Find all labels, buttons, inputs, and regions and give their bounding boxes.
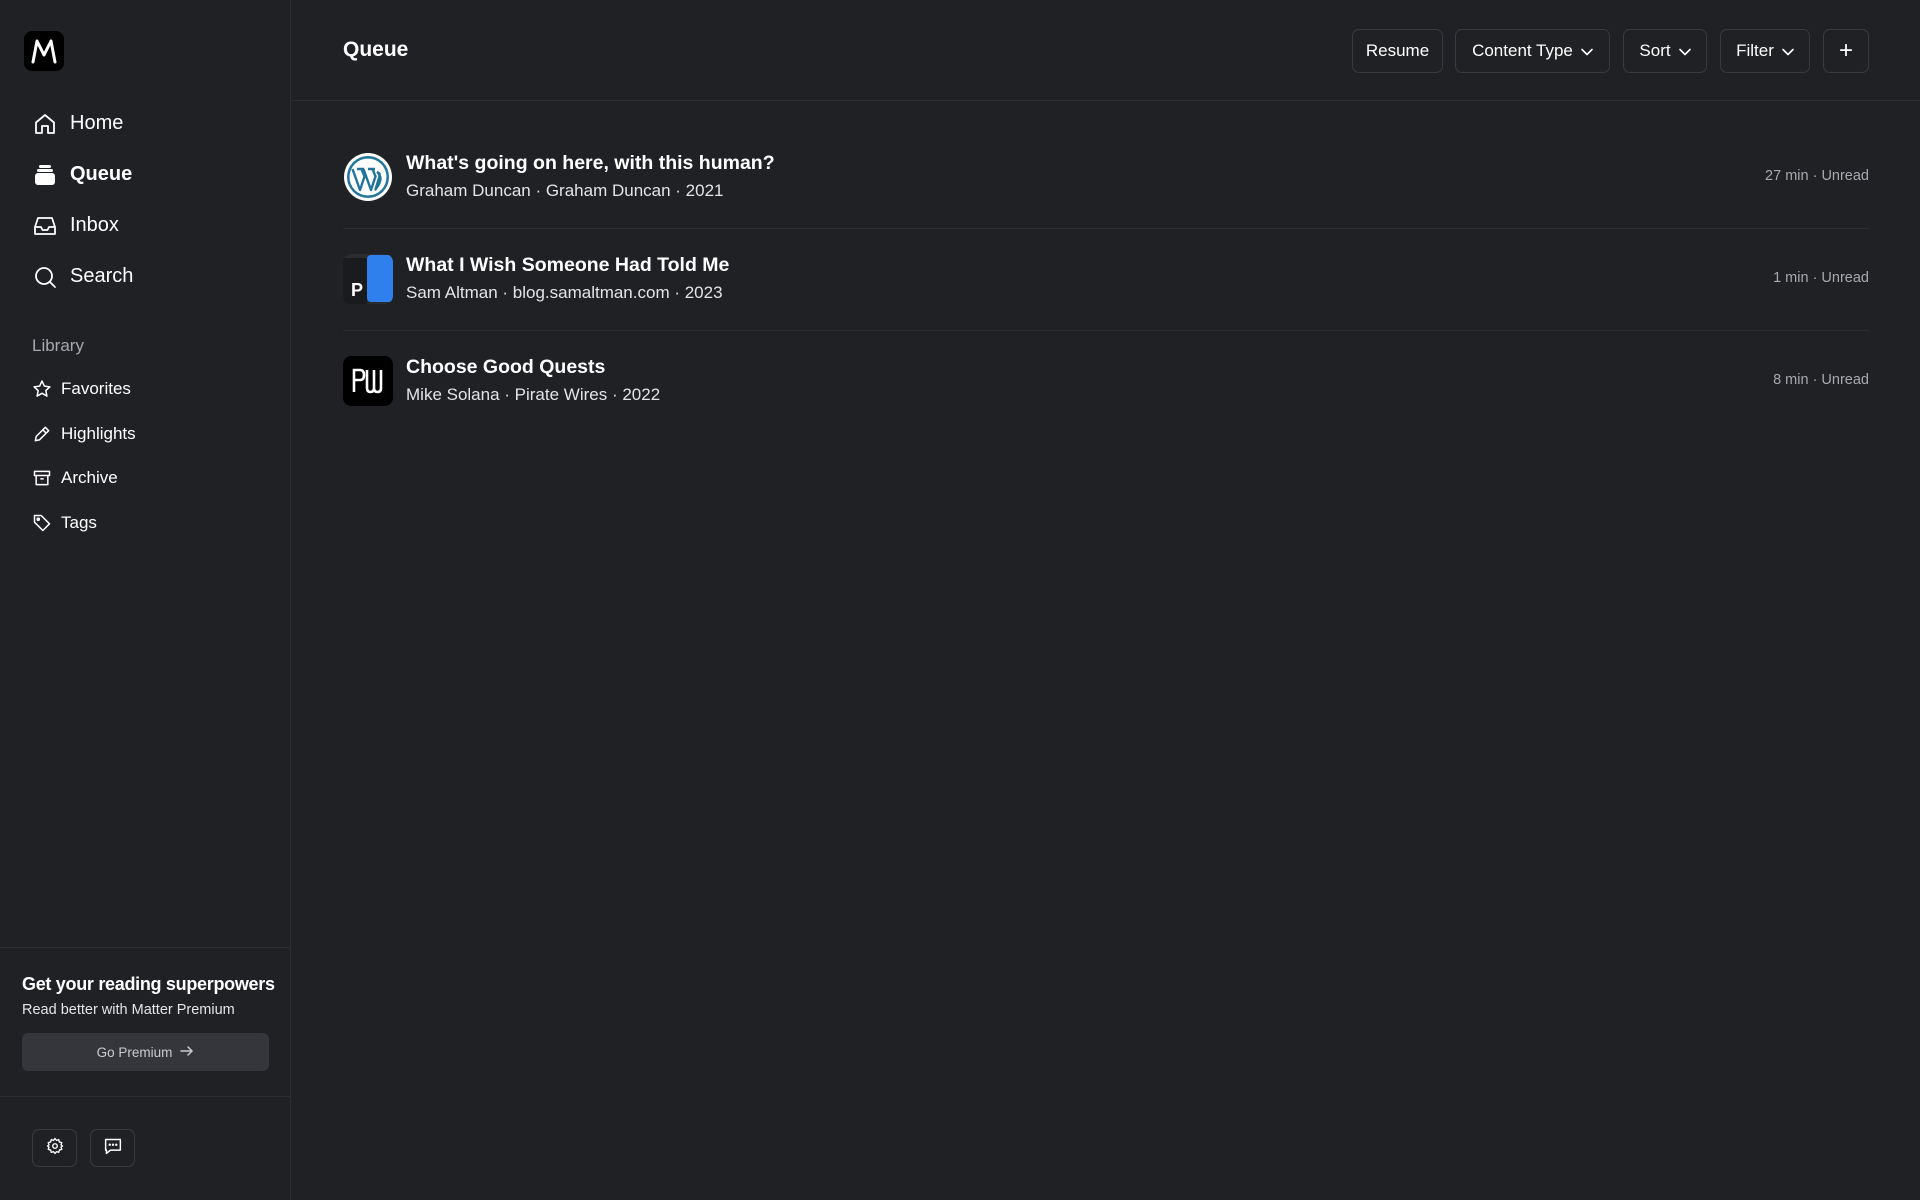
sidebar-label-highlights: Highlights: [61, 423, 136, 443]
posthaven-icon: P: [343, 254, 393, 304]
archive-icon: [32, 468, 52, 488]
tag-icon: [32, 513, 52, 533]
star-icon: [32, 379, 52, 399]
pirate-wires-icon: [343, 356, 393, 406]
filter-label: Filter: [1736, 41, 1774, 60]
promo-divider: [0, 947, 291, 948]
content-type-label: Content Type: [1472, 41, 1573, 60]
add-button[interactable]: +: [1823, 29, 1869, 73]
item-title: What I Wish Someone Had Told Me: [406, 254, 730, 276]
pencil-icon: [32, 424, 52, 444]
nav-label-search: Search: [70, 265, 134, 287]
settings-button[interactable]: [32, 1129, 77, 1167]
nav-label-queue: Queue: [70, 163, 133, 185]
chevron-down-icon: [1678, 41, 1691, 61]
promo-subtitle: Read better with Matter Premium: [22, 1002, 235, 1018]
sidebar-item-archive[interactable]: Archive: [0, 456, 291, 501]
arrow-right-icon: [180, 1045, 194, 1060]
item-title: Choose Good Quests: [406, 356, 606, 378]
sidebar-item-tags[interactable]: Tags: [0, 501, 291, 546]
page-title: Queue: [343, 38, 409, 61]
item-title: What's going on here, with this human?: [406, 152, 775, 174]
nav-item-inbox[interactable]: Inbox: [0, 200, 291, 251]
list-item[interactable]: P What I Wish Someone Had Told Me Sam Al…: [343, 229, 1869, 331]
item-status: 8 min · Unread: [1773, 372, 1869, 388]
item-status: 27 min · Unread: [1765, 168, 1869, 184]
home-icon: [32, 111, 58, 137]
library-section-label: Library: [32, 336, 84, 355]
sort-dropdown[interactable]: Sort: [1623, 29, 1707, 73]
resume-button[interactable]: Resume: [1352, 29, 1443, 73]
item-status: 1 min · Unread: [1773, 270, 1869, 286]
library-list: Favorites Highlights Archive Tags: [0, 367, 291, 545]
nav-item-search[interactable]: Search: [0, 251, 291, 302]
content-type-dropdown[interactable]: Content Type: [1455, 29, 1610, 73]
sidebar-label-archive: Archive: [61, 468, 118, 488]
sidebar: Home Queue Inbox Search Library Favorite…: [0, 0, 291, 1200]
wordpress-icon: [343, 152, 393, 202]
nav-item-home[interactable]: Home: [0, 98, 291, 149]
item-meta: Graham Duncan · Graham Duncan · 2021: [406, 181, 724, 200]
promo-title: Get your reading superpowers: [22, 974, 275, 994]
sort-label: Sort: [1639, 41, 1671, 60]
sidebar-item-favorites[interactable]: Favorites: [0, 367, 291, 412]
nav-label-home: Home: [70, 112, 124, 134]
resume-label: Resume: [1365, 41, 1430, 60]
chevron-down-icon: [1581, 41, 1593, 61]
item-meta: Sam Altman · blog.samaltman.com · 2023: [406, 283, 723, 302]
nav-item-queue[interactable]: Queue: [0, 149, 291, 200]
nav-label-inbox: Inbox: [70, 214, 119, 236]
matter-logo-icon[interactable]: [24, 31, 64, 71]
filter-dropdown[interactable]: Filter: [1720, 29, 1810, 73]
svg-text:P: P: [351, 280, 363, 300]
sidebar-item-highlights[interactable]: Highlights: [0, 412, 291, 457]
main-nav: Home Queue Inbox Search: [0, 98, 291, 302]
list-item[interactable]: Choose Good Quests Mike Solana · Pirate …: [343, 331, 1869, 433]
feedback-button[interactable]: [90, 1129, 135, 1167]
plus-icon: +: [1838, 37, 1853, 64]
footer-divider: [0, 1096, 291, 1097]
item-meta: Mike Solana · Pirate Wires · 2022: [406, 385, 661, 404]
sidebar-label-tags: Tags: [61, 512, 97, 532]
chevron-down-icon: [1782, 41, 1794, 61]
queue-list: What's going on here, with this human? G…: [343, 127, 1869, 433]
sidebar-label-favorites: Favorites: [61, 379, 131, 399]
go-premium-button[interactable]: Go Premium: [22, 1033, 269, 1071]
go-premium-label: Go Premium: [96, 1044, 173, 1060]
inbox-icon: [32, 213, 58, 239]
feedback-chat-icon: [103, 1137, 123, 1160]
queue-stack-icon: [32, 162, 58, 188]
queue-header: Queue Resume Content Type Sort Filter +: [292, 0, 1920, 101]
settings-gear-icon: [46, 1137, 64, 1160]
list-item[interactable]: What's going on here, with this human? G…: [343, 127, 1869, 229]
search-icon: [32, 264, 58, 290]
